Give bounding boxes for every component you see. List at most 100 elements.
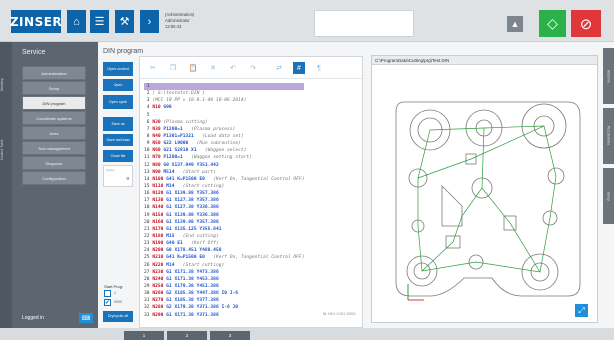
menu-item-setup[interactable]: Setup	[22, 81, 86, 95]
save-as-button[interactable]: Save as	[103, 117, 133, 131]
code-line[interactable]: 25 N210 G41 K=P1500 E0 (Kerf On, Tangent…	[144, 254, 304, 261]
right-tab-machine[interactable]: Machine	[603, 48, 614, 104]
copy-icon[interactable]: ❐	[167, 62, 179, 74]
keyboard-button[interactable]: ⌨	[79, 313, 93, 323]
code-line[interactable]: 3 (MCC 10 PP v 10.0.1-48 10-06-2014)	[144, 97, 304, 104]
wrap-icon[interactable]: ⇄	[273, 62, 285, 74]
code-line[interactable]: 29 N250 G1 X179.38 Y451.386	[144, 283, 304, 290]
code-line[interactable]: 26 N220 M14 (Start cutting)	[144, 262, 304, 269]
redo-icon[interactable]: ↷	[247, 62, 259, 74]
editor-toolbar: ✂ ❐ 📋 ✕ ↶ ↷ ⇄ # ¶	[140, 57, 362, 79]
code-line[interactable]: 30 N260 G2 X185.38 Y447.386 I0 J-6	[144, 290, 304, 297]
open-cycle-button[interactable]: Open cycle	[103, 95, 133, 109]
code-line[interactable]: 12 N80 G0 X137.949 Y351.442	[144, 162, 304, 169]
hash-icon[interactable]: #	[293, 62, 305, 74]
dry-cyclic-button[interactable]: Dry/cyclic off	[103, 311, 133, 322]
menu-item-axes[interactable]: Axes	[22, 126, 86, 140]
menu-item-tool-management[interactable]: Tool management	[22, 141, 86, 155]
code-nb: N90	[152, 169, 164, 175]
cutting-plot	[395, 101, 581, 301]
code-line[interactable]: 24 N200 G0 X178.451 Y488.458	[144, 247, 304, 254]
code-line[interactable]: 31 N270 G1 X185.38 Y377.386	[144, 297, 304, 304]
menu-item-configuration[interactable]: Configuration	[22, 171, 86, 185]
start-prog-checkbox-2[interactable]: ✔	[104, 299, 111, 306]
forward-button[interactable]: ›	[140, 10, 159, 33]
menu-item-din-program[interactable]: DIN program	[22, 96, 86, 110]
fit-to-screen-icon: ⤢	[578, 305, 585, 315]
code-line[interactable]: 33 N290 G1 X171.38 Y371.386	[144, 312, 304, 319]
code-comment: (Start cutting)	[182, 183, 225, 189]
code-line[interactable]: 15 N110 M14 (Start cutting)	[144, 183, 304, 190]
code-line[interactable]: 7 N30 P1200=1 (Plasma process)	[144, 126, 304, 133]
undo-icon[interactable]: ↶	[227, 62, 239, 74]
list-button[interactable]: ☰	[90, 10, 109, 33]
close-file-button[interactable]: Close file	[103, 150, 133, 162]
option-field[interactable]: Option 0	[103, 165, 133, 187]
right-tab-setup[interactable]: Setup	[603, 168, 614, 224]
bottom-tab-3[interactable]: 3	[210, 331, 250, 340]
strip-tab-desktop[interactable]: Desktop	[0, 55, 12, 115]
paste-icon[interactable]: 📋	[187, 62, 199, 74]
code-line[interactable]: 8 N40 P1301=P1321 (Load data set)	[144, 133, 304, 140]
code-line[interactable]: 6 N30 (Plasma cutting)	[144, 119, 304, 126]
code-line[interactable]: 5	[144, 112, 304, 119]
code-code: G21 S2810 X1	[163, 148, 205, 154]
stop-button[interactable]: ⊘	[571, 10, 601, 37]
stop-circle-icon: ⊘	[579, 15, 593, 33]
code-nb: N40	[152, 133, 164, 139]
code-line[interactable]: 17 N130 G1 X127.38 Y357.386	[144, 197, 304, 204]
code-line[interactable]: 1	[144, 83, 305, 91]
logout-link[interactable]: Logged in	[22, 315, 44, 321]
code-line[interactable]: 27 N230 G1 X171.38 Y473.386	[144, 269, 304, 276]
code-code: M514	[163, 169, 183, 175]
din-editor[interactable]: ✂ ❐ 📋 ✕ ↶ ↷ ⇄ # ¶ 1 2 ( S:\testetst.DIN …	[139, 56, 363, 328]
code-line[interactable]: 9 N50 G22 L9000 (Run subroutine)	[144, 140, 304, 147]
cut-icon[interactable]: ✂	[147, 62, 159, 74]
code-nb: N150	[152, 212, 167, 218]
code-line[interactable]: 28 N240 G1 X171.38 Y453.386	[144, 276, 304, 283]
menu-item-administration[interactable]: Administration	[22, 66, 86, 80]
home-button[interactable]: ⌂	[67, 10, 86, 33]
code-line[interactable]: 21 N170 G1 X135.125 Y355.841	[144, 226, 304, 233]
code-line[interactable]: 10 N60 G21 S2810 X1 (Waggon select)	[144, 147, 304, 154]
code-code: G1 X127.38 Y336.386	[166, 205, 228, 211]
code-line[interactable]: 2 ( S:\testetst.DIN )	[144, 90, 304, 97]
strip-tab-control-table[interactable]: Control Table	[0, 120, 12, 180]
paragraph-icon[interactable]: ¶	[313, 62, 325, 74]
code-line[interactable]: 14 N100 G41 K=P1500 E0 (Kerf On, Tangent…	[144, 176, 304, 183]
code-line[interactable]: 16 N120 G1 X139.88 Y357.386	[144, 190, 304, 197]
tools-button[interactable]: ⚒	[115, 10, 134, 33]
code-line[interactable]: 32 N280 G2 X179.38 Y371.386 I-6 J0	[144, 304, 304, 311]
bottom-tab-1[interactable]: 1	[124, 331, 164, 340]
start-prog-label: Start Prog:	[104, 284, 124, 289]
drawing-view[interactable]: C:\ProgramData\Cutting\prg\Test.DIN	[371, 55, 598, 323]
keyboard-icon: ⌨	[81, 315, 91, 322]
start-button[interactable]: ◇	[539, 10, 566, 37]
code-line[interactable]: 19 N150 G1 X139.88 Y336.386	[144, 212, 304, 219]
delete-icon[interactable]: ✕	[207, 62, 219, 74]
fit-view-button[interactable]: ⤢	[575, 304, 588, 317]
code-code: M15	[166, 233, 183, 239]
zinser-logo: ZINSER	[10, 10, 62, 33]
checkmark-icon: ✔	[104, 300, 111, 306]
code-code: G41 K=P1500 E0	[166, 255, 214, 261]
start-prog-checkbox-1[interactable]	[104, 290, 111, 297]
code-line[interactable]: 11 N70 P1200=1 (Waggon setting start)	[144, 154, 304, 161]
code-line[interactable]: 20 N160 G1 X139.88 Y357.386	[144, 219, 304, 226]
right-tab-plc-buttons[interactable]: PLC Buttons	[603, 108, 614, 164]
list-icon: ☰	[94, 16, 105, 28]
open-button[interactable]: Open	[103, 79, 133, 91]
save-and-load-button[interactable]: Save and load	[103, 134, 133, 146]
code-line[interactable]: 13 N90 M514 (Start part)	[144, 169, 304, 176]
menu-item-diagnose[interactable]: Diagnose	[22, 156, 86, 170]
code-area[interactable]: 1 2 ( S:\testetst.DIN ) 3 (MCC 10 PP v 1…	[144, 83, 305, 319]
code-nb: N130	[152, 198, 167, 204]
code-line[interactable]: 23 N190 G40 E1 (Kerf Off)	[144, 240, 304, 247]
open-content-button[interactable]: Open content	[103, 62, 133, 76]
bottom-tab-2[interactable]: 2	[167, 331, 207, 340]
code-line[interactable]: 18 N140 G1 X127.38 Y336.386	[144, 204, 304, 211]
menu-item-coordinate-systems[interactable]: Coordinate systems	[22, 111, 86, 125]
code-line[interactable]: 4 N10 G90	[144, 104, 304, 111]
code-line[interactable]: 22 N180 M15 (End cutting)	[144, 233, 304, 240]
warning-button[interactable]: ▲	[507, 16, 523, 32]
